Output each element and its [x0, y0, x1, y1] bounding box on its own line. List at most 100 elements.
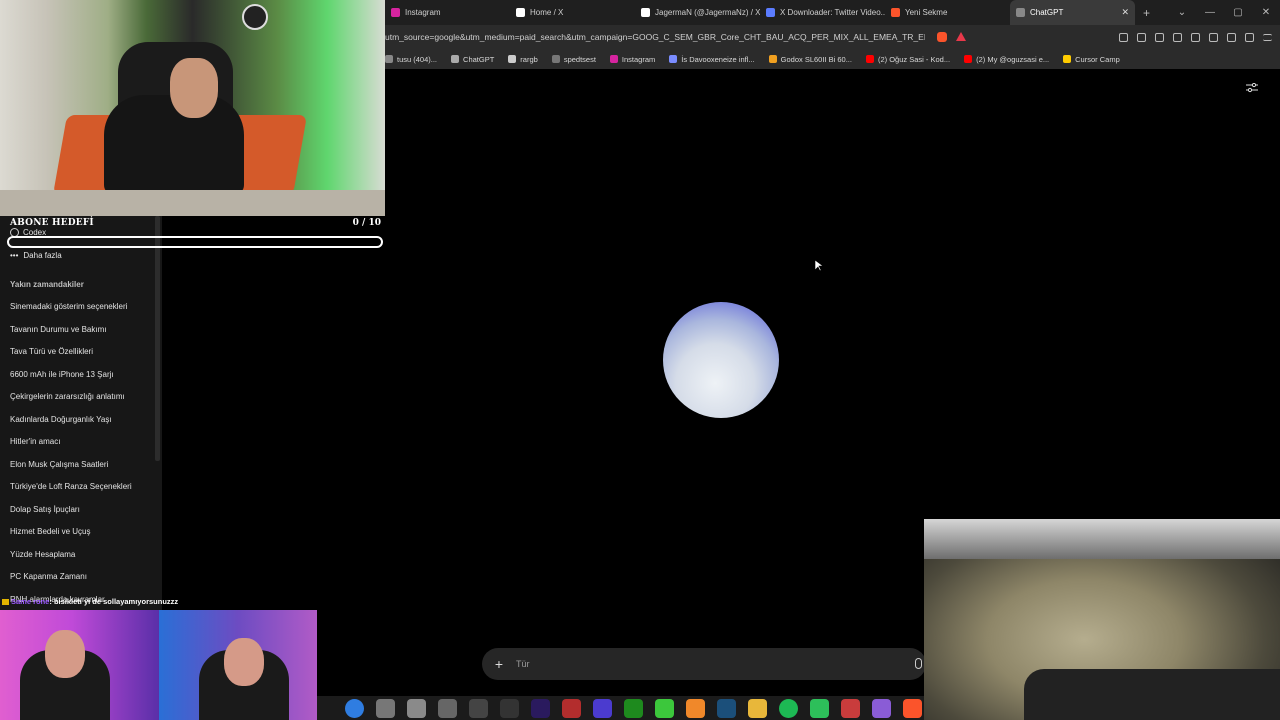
bookmark-label: (2) Oğuz Sasi - Kod...: [877, 54, 951, 64]
chatgpt-sidebar: Codex ••• Daha fazla Yakın zamandakiler S…: [0, 216, 162, 610]
premiere-icon[interactable]: [531, 698, 550, 718]
windows-taskbar: [317, 696, 924, 720]
app-icon-3[interactable]: [438, 698, 457, 718]
settings-sliders-icon[interactable]: [1246, 83, 1258, 93]
goal-title: ABONE HEDEFİ: [10, 218, 94, 228]
bookmark-favicon-icon: [1063, 55, 1072, 63]
bookmark-9[interactable]: Cursor Camp: [1063, 55, 1120, 64]
bookmark-label: (2) My @oguzsasi e...: [976, 54, 1050, 64]
add-attachment-icon[interactable]: +: [492, 656, 506, 672]
tab-2[interactable]: JagermaN (@JagermaNz) / X: [635, 0, 760, 25]
subscriber-badge-icon: [2, 599, 9, 606]
recent-chat-item[interactable]: Hizmet Bedeli ve Uçuş: [10, 527, 90, 536]
tab-label: Home / X: [530, 8, 564, 17]
epic-icon[interactable]: [500, 698, 519, 718]
sidebar-toggle-icon[interactable]: [1191, 32, 1200, 42]
vpn-icon[interactable]: [1245, 32, 1254, 42]
tab-label: X Downloader: Twitter Video...: [780, 8, 885, 17]
bookmark-7[interactable]: (2) Oğuz Sasi - Kod...: [865, 54, 951, 64]
voice-mode-orb[interactable]: [663, 302, 779, 418]
recent-chat-item[interactable]: Hitler'in amacı: [10, 437, 60, 446]
bookmark-3[interactable]: spedtsest: [551, 55, 596, 64]
message-composer[interactable]: + Tür: [482, 648, 926, 680]
bookmark-favicon-icon: [508, 55, 517, 63]
x-icon: [516, 8, 525, 17]
media-icon[interactable]: [1155, 32, 1164, 42]
bookmark-1[interactable]: ChatGPT: [451, 55, 494, 64]
app-icon-1[interactable]: [376, 698, 395, 718]
recent-chat-item[interactable]: Sinemadaki gösterim seçenekleri: [10, 302, 127, 311]
recent-chat-item[interactable]: PC Kapanma Zamanı: [10, 572, 87, 581]
menu-icon[interactable]: [1263, 33, 1272, 41]
app-icon-4[interactable]: [562, 698, 581, 718]
app-icon-8[interactable]: [872, 698, 891, 718]
chat-username: Same rone: [11, 597, 50, 606]
bookmark-2[interactable]: rargb: [508, 55, 538, 64]
bookmark-favicon-icon: [385, 55, 393, 63]
brave-shield-icon[interactable]: [937, 32, 947, 42]
app-icon-5[interactable]: [593, 698, 612, 718]
tab-3[interactable]: X Downloader: Twitter Video...: [760, 0, 885, 25]
goal-count: 0 / 10: [352, 218, 381, 228]
minimize-icon[interactable]: —: [1196, 7, 1224, 18]
tab-list-chevron-icon[interactable]: ⌄: [1168, 7, 1196, 18]
recent-chat-item[interactable]: Elon Musk Çalışma Saatleri: [10, 460, 108, 469]
recent-chat-item[interactable]: Kadınlarda Doğurganlık Yaşı: [10, 415, 112, 424]
cloud-icon[interactable]: [686, 698, 705, 718]
tab-4[interactable]: Yeni Sekme: [885, 0, 1010, 25]
windows-icon[interactable]: [345, 698, 364, 718]
sidebar-item-more[interactable]: ••• Daha fazla: [10, 251, 62, 260]
secondary-camera: [924, 519, 1280, 720]
razer-icon[interactable]: [655, 698, 674, 718]
leo-icon[interactable]: [1227, 32, 1236, 42]
tab-0[interactable]: Instagram: [385, 0, 510, 25]
wallet-icon[interactable]: [1209, 32, 1218, 42]
new-tab-icon[interactable]: +: [1143, 6, 1150, 20]
bookmark-0[interactable]: tusu (404)...: [385, 55, 437, 64]
download-icon[interactable]: [1137, 32, 1146, 42]
clapper-icon[interactable]: [469, 698, 488, 718]
music-icon[interactable]: [1173, 32, 1182, 42]
app-icon-2[interactable]: [407, 698, 426, 718]
recent-chat-item[interactable]: Türkiye'de Loft Ranza Seçenekleri: [10, 482, 132, 491]
recent-chat-item[interactable]: Tavanın Durumu ve Bakımı: [10, 325, 106, 334]
tab-1[interactable]: Home / X: [510, 0, 635, 25]
bookmark-label: tusu (404)...: [397, 54, 438, 64]
sidebar-scrollbar[interactable]: [155, 216, 160, 461]
recent-chat-item[interactable]: Yüzde Hesaplama: [10, 550, 75, 559]
bookmark-8[interactable]: (2) My @oguzsasi e...: [964, 55, 1049, 64]
chat-text: : bisikleti yi de sollayamıyorsunuzzz: [49, 597, 179, 606]
app-icon-7[interactable]: [841, 698, 860, 718]
steam-icon[interactable]: [717, 698, 736, 718]
recent-section-title: Yakın zamandakiler: [10, 280, 84, 289]
url-field[interactable]: utm_source=google&utm_medium=paid_search…: [385, 32, 925, 42]
spotify-icon[interactable]: [779, 698, 798, 718]
chatgpt-icon: [1016, 8, 1025, 17]
window-controls: ⌄ — ▢ ✕: [1168, 0, 1280, 25]
app-icon-6[interactable]: [810, 698, 829, 718]
guest-webcams: [0, 610, 317, 720]
brave-rewards-icon[interactable]: [956, 32, 966, 41]
bookmark-6[interactable]: Godox SL60II Bi 60...: [768, 55, 852, 64]
folder-icon[interactable]: [748, 698, 767, 718]
tab-label: ChatGPT: [1030, 8, 1064, 17]
microphone-icon[interactable]: [915, 658, 922, 669]
xbox-icon[interactable]: [624, 698, 643, 718]
recent-chat-item[interactable]: Çekirgelerin zararsızlığı anlatımı: [10, 392, 125, 401]
extensions-icon[interactable]: [1119, 32, 1128, 42]
close-window-icon[interactable]: ✕: [1252, 7, 1280, 18]
recent-chat-item[interactable]: Dolap Satış İpuçları: [10, 505, 80, 514]
close-tab-icon[interactable]: ✕: [1121, 7, 1129, 18]
bookmark-5[interactable]: İs Davooxeneize infl...: [669, 55, 755, 64]
brave-icon[interactable]: [903, 698, 922, 718]
recent-chat-item[interactable]: Tava Türü ve Özellikleri: [10, 347, 93, 356]
recent-chat-item[interactable]: 6600 mAh ile iPhone 13 Şarjı: [10, 370, 114, 379]
composer-placeholder[interactable]: Tür: [516, 659, 530, 669]
mouse-cursor-icon: [815, 260, 823, 272]
bookmark-4[interactable]: Instagram: [609, 55, 655, 64]
bookmark-favicon-icon: [451, 55, 460, 63]
bookmark-label: rargb: [520, 54, 538, 64]
maximize-icon[interactable]: ▢: [1224, 7, 1252, 18]
tab-5[interactable]: ChatGPT ✕: [1010, 0, 1135, 25]
bookmark-label: Cursor Camp: [1075, 54, 1120, 64]
